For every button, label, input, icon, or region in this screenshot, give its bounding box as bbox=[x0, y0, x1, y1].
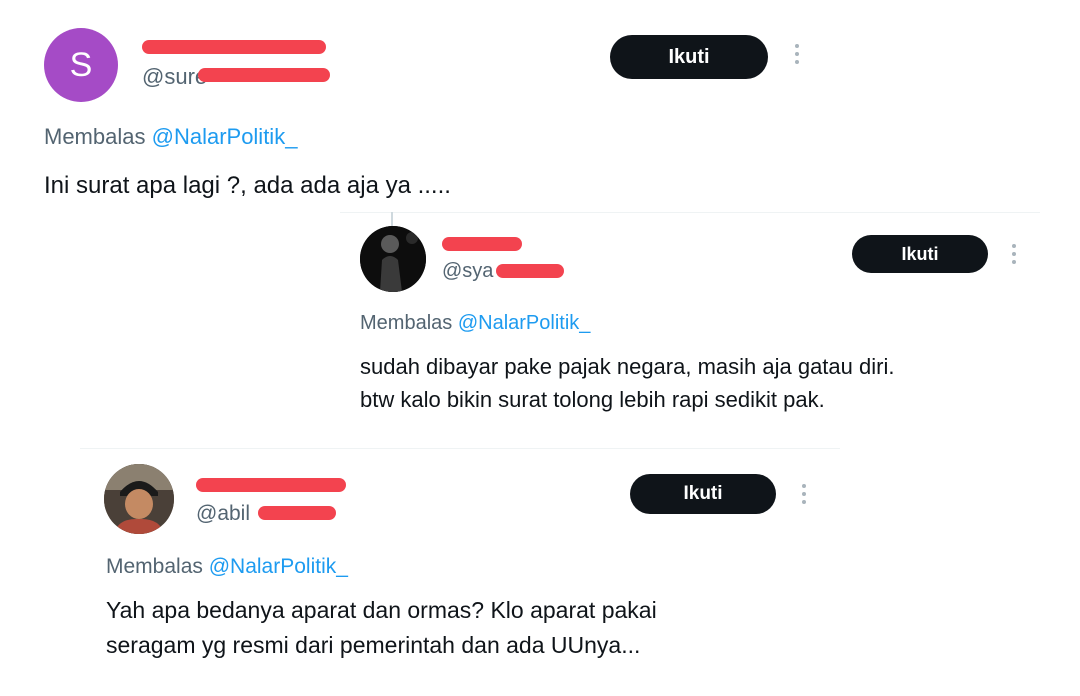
tweet-text: Yah apa bedanya aparat dan ormas? Klo ap… bbox=[106, 593, 657, 662]
more-options-icon[interactable] bbox=[801, 484, 807, 504]
avatar[interactable] bbox=[104, 464, 174, 534]
redacted-display-name bbox=[196, 478, 346, 492]
profile-photo-icon bbox=[104, 464, 174, 534]
follow-button[interactable]: Ikuti bbox=[630, 474, 776, 514]
redacted-handle-part bbox=[258, 506, 336, 520]
replying-to: Membalas @NalarPolitik_ bbox=[106, 555, 348, 579]
tweet-text-line: Yah apa bedanya aparat dan ormas? Klo ap… bbox=[106, 597, 657, 623]
user-handle[interactable]: @abil bbox=[196, 502, 250, 526]
tweet-text-line: seragam yg resmi dari pemerintah dan ada… bbox=[106, 631, 641, 658]
reply-post-3: @abil Ikuti Membalas @NalarPolitik_ Yah … bbox=[0, 0, 1080, 696]
mention-link[interactable]: @NalarPolitik_ bbox=[209, 555, 348, 578]
replying-to-label: Membalas bbox=[106, 555, 203, 578]
